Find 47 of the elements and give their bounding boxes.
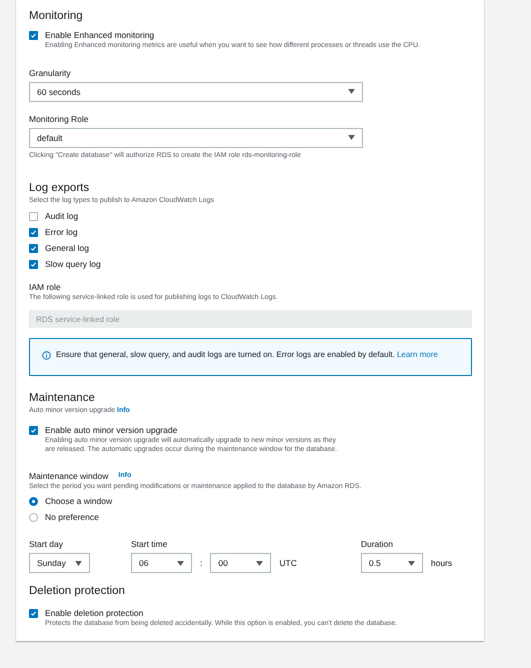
info-text: Ensure that general, slow query, and audit logs are turned on. Error logs are enabled by default. Learn more (56, 349, 438, 361)
checkbox-label: Enable deletion protection (45, 608, 144, 619)
checkbox-label: Error log (45, 226, 78, 238)
field-label: Maintenance window (29, 470, 108, 482)
radio-button[interactable] (29, 513, 38, 522)
checkbox-label: Enable Enhanced monitoring (45, 30, 156, 41)
checkbox[interactable] (29, 260, 38, 268)
checkbox[interactable] (29, 31, 38, 40)
checkbox[interactable] (29, 212, 38, 220)
radio-label: Choose a window (45, 496, 112, 507)
checkbox[interactable] (29, 228, 38, 236)
caret-icon (348, 135, 355, 140)
checkbox[interactable] (29, 426, 38, 434)
hour-select[interactable]: 06 (131, 553, 192, 573)
field-label: Start day (29, 538, 64, 550)
section-title: Monitoring (29, 9, 84, 24)
field-label: Monitoring Role (29, 112, 90, 124)
checkbox-label: Slow query log (45, 258, 101, 270)
role-select[interactable]: default (29, 128, 363, 148)
section-title: Maintenance (29, 391, 96, 406)
field-label: Granularity (29, 66, 72, 78)
caret-icon (408, 560, 415, 566)
time-separator: : (200, 558, 202, 568)
caret-icon (256, 560, 264, 566)
section-title: Log exports (29, 181, 90, 196)
field-label: IAM role (29, 280, 62, 292)
checkbox-label: General log (45, 242, 89, 254)
radio-label: No preference (45, 512, 99, 523)
checkbox[interactable] (29, 244, 38, 252)
field-label: Duration (360, 538, 394, 550)
caret-icon (75, 560, 82, 566)
caret-icon (348, 89, 355, 94)
unit-label: hours (430, 558, 452, 568)
timezone-label: UTC (279, 558, 297, 568)
day-select[interactable]: Sunday (29, 553, 90, 573)
checkbox-label: Enable auto minor version upgrade (45, 424, 178, 436)
checkbox-label: Audit log (45, 210, 78, 222)
granularity-select[interactable]: 60 seconds (29, 82, 363, 102)
section-title: Deletion protection (29, 584, 126, 599)
learn-more-link[interactable]: Learn more (396, 350, 438, 359)
duration-select[interactable]: 0.5 (360, 553, 423, 573)
caret-icon (177, 560, 184, 566)
minute-select[interactable]: 00 (210, 553, 272, 573)
radio-button[interactable] (29, 497, 38, 506)
checkbox[interactable] (29, 609, 38, 618)
field-label: Start time (131, 538, 168, 550)
info-icon (42, 351, 51, 360)
